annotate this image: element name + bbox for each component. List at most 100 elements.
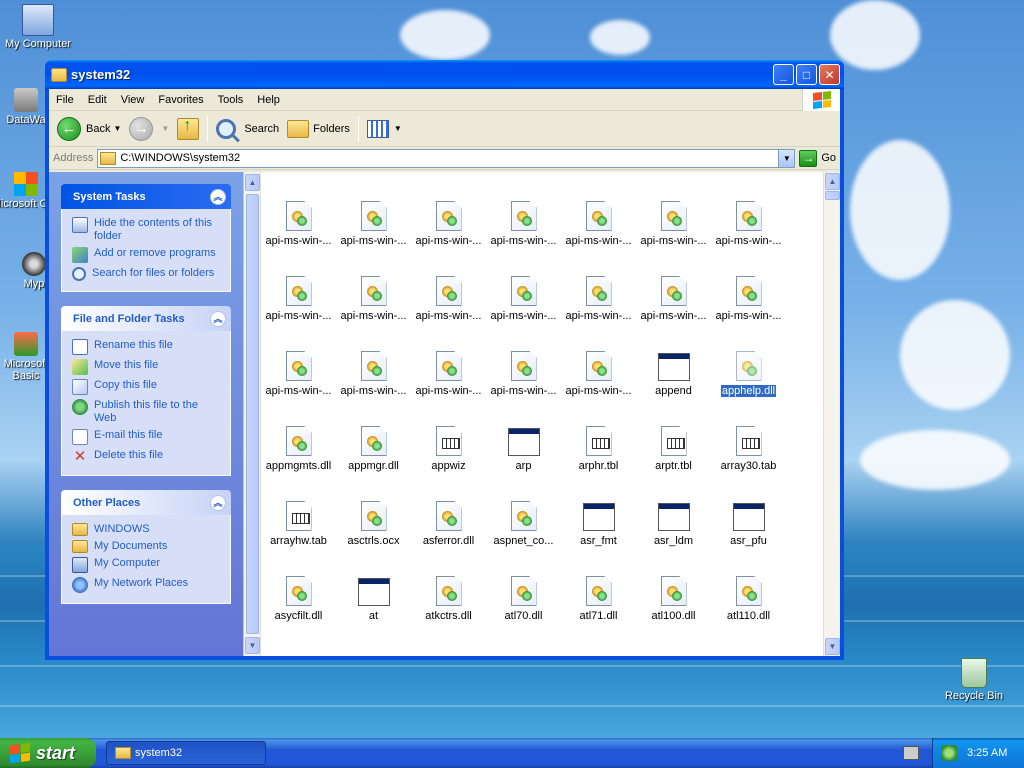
task-search-files[interactable]: Search for files or folders [72, 267, 222, 281]
file-item[interactable]: api-ms-win-... [561, 347, 636, 422]
file-item[interactable]: api-ms-win-... [336, 347, 411, 422]
file-item[interactable]: asr_ldm [636, 497, 711, 572]
file-item[interactable]: appwiz [411, 422, 486, 497]
file-item[interactable]: aspnet_co... [486, 497, 561, 572]
file-item[interactable]: api-ms-win-... [261, 347, 336, 422]
place-my-network-places[interactable]: My Network Places [72, 577, 222, 593]
folders-button[interactable]: Folders [283, 114, 354, 144]
chevron-down-icon[interactable]: ▼ [778, 149, 795, 167]
file-item[interactable]: apphelp.dll [711, 347, 786, 422]
scroll-down-icon[interactable]: ▼ [825, 638, 840, 655]
scroll-thumb[interactable] [825, 191, 840, 200]
task-copy-file[interactable]: Copy this file [72, 379, 222, 395]
taskbar-window-button[interactable]: system32 [106, 741, 266, 765]
file-item[interactable]: api-ms-win-... [636, 172, 711, 197]
file-item[interactable]: atl100.dll [636, 572, 711, 647]
file-item[interactable]: api-ms-win-... [261, 172, 336, 197]
menu-view[interactable]: View [114, 94, 152, 106]
file-item[interactable]: appmgmts.dll [261, 422, 336, 497]
desktop-icon-recycle-bin[interactable]: Recycle Bin [938, 658, 1010, 702]
file-item[interactable]: appmgr.dll [336, 422, 411, 497]
file-item[interactable]: api-ms-win-... [486, 172, 561, 197]
file-item[interactable]: at [336, 572, 411, 647]
place-my-documents[interactable]: My Documents [72, 540, 222, 553]
scroll-thumb[interactable] [246, 194, 259, 634]
task-delete-file[interactable]: ✕ Delete this file [72, 449, 222, 465]
vertical-scrollbar[interactable]: ▲ ▼ [823, 172, 840, 656]
panel-header[interactable]: System Tasks ︽ [61, 184, 231, 209]
scroll-up-icon[interactable]: ▲ [825, 173, 840, 190]
forward-button[interactable]: → ▼ [125, 114, 173, 144]
title-bar[interactable]: system32 _ □ ✕ [45, 60, 844, 89]
menu-edit[interactable]: Edit [81, 94, 114, 106]
file-item[interactable]: atkctrs.dll [411, 572, 486, 647]
task-add-remove-programs[interactable]: Add or remove programs [72, 247, 222, 263]
scroll-down-icon[interactable]: ▼ [245, 637, 260, 654]
task-hide-contents[interactable]: Hide the contents of this folder [72, 217, 222, 243]
file-item[interactable]: arptr.tbl [636, 422, 711, 497]
file-item[interactable]: api-ms-win-... [561, 197, 636, 272]
keyboard-icon[interactable] [903, 746, 919, 760]
chevron-up-icon[interactable]: ︽ [210, 188, 226, 205]
place-windows[interactable]: WINDOWS [72, 523, 222, 536]
file-item[interactable]: append [636, 347, 711, 422]
menu-tools[interactable]: Tools [211, 94, 251, 106]
panel-header[interactable]: File and Folder Tasks ︽ [61, 306, 231, 331]
chevron-up-icon[interactable]: ︽ [210, 310, 226, 327]
chevron-up-icon[interactable]: ︽ [210, 494, 226, 511]
address-input[interactable]: C:\WINDOWS\system32 ▼ [97, 148, 796, 168]
file-item[interactable]: api-ms-win-... [561, 172, 636, 197]
file-item[interactable]: asferror.dll [411, 497, 486, 572]
back-button[interactable]: ← Back ▼ [53, 114, 125, 144]
file-item[interactable]: api-ms-win-... [411, 197, 486, 272]
left-scrollbar[interactable]: ▲ ▼ [244, 172, 261, 656]
task-email-file[interactable]: E-mail this file [72, 429, 222, 445]
file-item[interactable]: arphr.tbl [561, 422, 636, 497]
menu-file[interactable]: File [49, 94, 81, 106]
up-folder-button[interactable] [173, 114, 203, 144]
menu-favorites[interactable]: Favorites [151, 94, 210, 106]
panel-header[interactable]: Other Places ︽ [61, 490, 231, 515]
file-view[interactable]: ▲ ▼ api-ms-win-... api-ms-win-... api-ms-w… [243, 172, 840, 656]
file-item[interactable]: asycfilt.dll [261, 572, 336, 647]
file-item[interactable]: api-ms-win-... [336, 172, 411, 197]
file-item[interactable]: api-ms-win-... [711, 172, 786, 197]
start-button[interactable]: start [0, 738, 96, 768]
scroll-up-icon[interactable]: ▲ [245, 174, 260, 191]
maximize-button[interactable]: □ [796, 64, 817, 85]
file-item[interactable]: arrayhw.tab [261, 497, 336, 572]
task-publish-web[interactable]: Publish this file to the Web [72, 399, 222, 425]
views-button[interactable]: ▼ [363, 114, 406, 144]
minimize-button[interactable]: _ [773, 64, 794, 85]
file-item[interactable]: asr_fmt [561, 497, 636, 572]
file-item[interactable]: api-ms-win-... [636, 272, 711, 347]
file-item[interactable]: api-ms-win-... [261, 197, 336, 272]
menu-help[interactable]: Help [250, 94, 287, 106]
file-item[interactable]: api-ms-win-... [561, 272, 636, 347]
file-item[interactable]: array30.tab [711, 422, 786, 497]
file-item[interactable]: api-ms-win-... [636, 197, 711, 272]
file-item[interactable]: arp [486, 422, 561, 497]
file-item[interactable]: api-ms-win-... [711, 197, 786, 272]
clock[interactable]: 3:25 AM [967, 747, 1007, 759]
task-rename-file[interactable]: Rename this file [72, 339, 222, 355]
close-button[interactable]: ✕ [819, 64, 840, 85]
file-item[interactable]: api-ms-win-... [411, 272, 486, 347]
file-item[interactable]: api-ms-win-... [261, 272, 336, 347]
file-item[interactable]: api-ms-win-... [486, 272, 561, 347]
go-button[interactable]: → Go [799, 149, 836, 167]
task-move-file[interactable]: Move this file [72, 359, 222, 375]
place-my-computer[interactable]: My Computer [72, 557, 222, 573]
file-item[interactable]: api-ms-win-... [336, 272, 411, 347]
file-item[interactable]: asctrls.ocx [336, 497, 411, 572]
file-item[interactable]: api-ms-win-... [486, 347, 561, 422]
chevron-down-icon[interactable]: ▼ [161, 124, 169, 133]
file-item[interactable]: atl110.dll [711, 572, 786, 647]
desktop-icon-my-computer[interactable]: My Computer [2, 4, 74, 50]
network-status-icon[interactable] [941, 745, 957, 761]
file-item[interactable]: api-ms-win-... [336, 197, 411, 272]
file-item[interactable]: asr_pfu [711, 497, 786, 572]
file-item[interactable]: api-ms-win-... [411, 347, 486, 422]
file-item[interactable]: api-ms-win-... [711, 272, 786, 347]
chevron-down-icon[interactable]: ▼ [113, 124, 121, 133]
